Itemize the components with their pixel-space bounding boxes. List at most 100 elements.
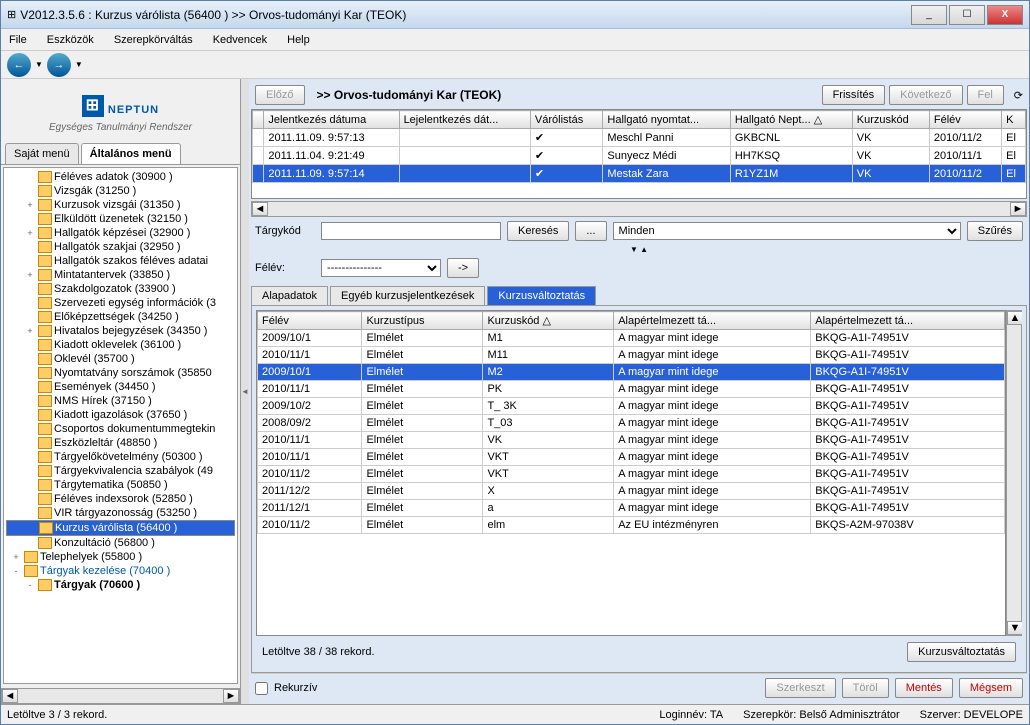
table-row[interactable]: 2009/10/1ElméletM2A magyar mint idegeBKQ… <box>258 364 1005 381</box>
tree-node[interactable]: VIR tárgyazonosság (53250 ) <box>6 506 235 520</box>
tree-node[interactable]: Szervezeti egység információk (3 <box>6 296 235 310</box>
table-row[interactable]: 2011.11.09. 9:57:14✔Mestak ZaraR1YZ1MVK2… <box>253 165 1026 183</box>
menu-item[interactable]: Szerepkörváltás <box>110 32 197 48</box>
up-button[interactable]: Fel <box>967 85 1004 105</box>
tree-node[interactable]: +Mintatantervek (33850 ) <box>6 268 235 282</box>
table-row[interactable]: 2010/11/1ElméletVKA magyar mint idegeBKQ… <box>258 432 1005 449</box>
tree-node[interactable]: Szakdolgozatok (33900 ) <box>6 282 235 296</box>
vscroll[interactable]: ▲▼ <box>1006 310 1022 636</box>
nav-back-icon[interactable]: ← <box>7 53 31 77</box>
next-button[interactable]: Következő <box>889 85 962 105</box>
rekurziv-checkbox[interactable] <box>255 682 268 695</box>
tree-node[interactable]: Oklevél (35700 ) <box>6 352 235 366</box>
column-header[interactable]: K <box>1002 111 1026 129</box>
column-header[interactable]: Jelentkezés dátuma <box>264 111 399 129</box>
tree-node[interactable]: Kurzus várólista (56400 ) <box>6 520 235 536</box>
table-row[interactable]: 2010/11/2ElméletVKTA magyar mint idegeBK… <box>258 466 1005 483</box>
column-header[interactable]: Félév <box>258 312 362 330</box>
sub-tab[interactable]: Egyéb kurzusjelentkezések <box>330 286 485 305</box>
tree-node[interactable]: Eszközleltár (48850 ) <box>6 436 235 450</box>
table-row[interactable]: 2008/09/2ElméletT_03A magyar mint idegeB… <box>258 415 1005 432</box>
close-button[interactable]: X <box>987 5 1023 25</box>
table-row[interactable]: 2011.11.04. 9:21:49✔Sunyecz MédiHH7KSQVK… <box>253 147 1026 165</box>
sub-tab[interactable]: Alapadatok <box>251 286 328 305</box>
column-header[interactable]: Alapértelmezett tá... <box>614 312 811 330</box>
menu-item[interactable]: File <box>5 32 31 48</box>
prev-button[interactable]: Előző <box>255 85 305 105</box>
felev-go-button[interactable]: -> <box>447 258 479 278</box>
tree-node[interactable]: +Hivatalos bejegyzések (34350 ) <box>6 324 235 338</box>
pin-icon[interactable]: ⟳ <box>1014 89 1023 102</box>
table-row[interactable]: 2009/10/1ElméletM1A magyar mint idegeBKQ… <box>258 330 1005 347</box>
save-button[interactable]: Mentés <box>895 678 953 698</box>
targykod-input[interactable] <box>321 222 501 240</box>
side-tab[interactable]: Saját menü <box>5 143 79 164</box>
column-header[interactable]: Kurzustípus <box>362 312 483 330</box>
column-header[interactable]: Lejelentkezés dát... <box>399 111 530 129</box>
filter-select[interactable]: Minden <box>613 222 961 240</box>
tree-node[interactable]: Tárgyekvivalencia szabályok (49 <box>6 464 235 478</box>
tree-node[interactable]: Féléves adatok (30900 ) <box>6 170 235 184</box>
column-header[interactable]: Hallgató Nept... △ <box>730 111 852 129</box>
column-header[interactable]: Félév <box>929 111 1001 129</box>
tree-node[interactable]: Események (34450 ) <box>6 380 235 394</box>
felev-select[interactable]: --------------- <box>321 259 441 277</box>
menu-item[interactable]: Kedvencek <box>209 32 271 48</box>
nav-forward-icon[interactable]: → <box>47 53 71 77</box>
refresh-button[interactable]: Frissítés <box>822 85 886 105</box>
dropdown-icon[interactable]: ▼ <box>75 60 83 69</box>
tree-node[interactable]: Féléves indexsorok (52850 ) <box>6 492 235 506</box>
column-header[interactable]: Hallgató nyomtat... <box>603 111 730 129</box>
table-row[interactable]: 2010/11/1ElméletM11A magyar mint idegeBK… <box>258 347 1005 364</box>
table-row[interactable]: 2009/10/2ElméletT_ 3KA magyar mint idege… <box>258 398 1005 415</box>
tree-node[interactable]: Vizsgák (31250 ) <box>6 184 235 198</box>
grid-hscroll[interactable]: ◄► <box>251 201 1027 217</box>
table-row[interactable]: 2011/12/2ElméletXA magyar mint idegeBKQG… <box>258 483 1005 500</box>
kurzusvalt-button[interactable]: Kurzusváltoztatás <box>907 642 1016 662</box>
tree-node[interactable]: Csoportos dokumentummegtekin <box>6 422 235 436</box>
top-grid[interactable]: Jelentkezés dátumaLejelentkezés dát...Vá… <box>251 109 1027 199</box>
collapse-icon[interactable]: ▼ ▲ <box>251 245 1027 254</box>
tree-node[interactable]: Tárgyelőkövetelmény (50300 ) <box>6 450 235 464</box>
edit-button[interactable]: Szerkeszt <box>765 678 835 698</box>
browse-button[interactable]: ... <box>575 221 606 241</box>
table-row[interactable]: 2010/11/2ElméletelmAz EU intézményrenBKQ… <box>258 517 1005 534</box>
column-header[interactable]: Kurzuskód △ <box>483 312 614 330</box>
sub-tab[interactable]: Kurzusváltoztatás <box>487 286 596 305</box>
tree-node[interactable]: Kiadott igazolások (37650 ) <box>6 408 235 422</box>
column-header[interactable] <box>253 111 264 129</box>
tree-node[interactable]: Tárgytematika (50850 ) <box>6 478 235 492</box>
column-header[interactable]: Kurzuskód <box>852 111 929 129</box>
cancel-button[interactable]: Mégsem <box>959 678 1023 698</box>
column-header[interactable]: Várólistás <box>530 111 603 129</box>
tree-node[interactable]: Elküldött üzenetek (32150 ) <box>6 212 235 226</box>
tree-node[interactable]: -Tárgyak kezelése (70400 ) <box>6 564 235 578</box>
tree-node[interactable]: Hallgatók szakos féléves adatai <box>6 254 235 268</box>
tree-node[interactable]: -Tárgyak (70600 ) <box>6 578 235 592</box>
tree-hscroll[interactable]: ◄► <box>1 688 240 704</box>
delete-button[interactable]: Töröl <box>842 678 889 698</box>
dropdown-icon[interactable]: ▼ <box>35 60 43 69</box>
splitter[interactable]: ◄ <box>241 79 249 704</box>
tree-view[interactable]: Féléves adatok (30900 )Vizsgák (31250 )+… <box>3 167 238 684</box>
table-row[interactable]: 2010/11/1ElméletVKTA magyar mint idegeBK… <box>258 449 1005 466</box>
table-row[interactable]: 2010/11/1ElméletPKA magyar mint idegeBKQ… <box>258 381 1005 398</box>
tree-node[interactable]: Kiadott oklevelek (36100 ) <box>6 338 235 352</box>
tree-node[interactable]: Hallgatók szakjai (32950 ) <box>6 240 235 254</box>
side-tab[interactable]: Általános menü <box>81 143 181 164</box>
filter-button[interactable]: Szűrés <box>967 221 1023 241</box>
tree-node[interactable]: +Hallgatók képzései (32900 ) <box>6 226 235 240</box>
tree-node[interactable]: Előképzettségek (34250 ) <box>6 310 235 324</box>
menu-item[interactable]: Eszközök <box>43 32 98 48</box>
tree-node[interactable]: +Telephelyek (55800 ) <box>6 550 235 564</box>
table-row[interactable]: 2011.11.09. 9:57:13✔Meschl PanniGKBCNLVK… <box>253 129 1026 147</box>
tree-node[interactable]: Konzultáció (56800 ) <box>6 536 235 550</box>
minimize-button[interactable]: _ <box>911 5 947 25</box>
column-header[interactable]: Alapértelmezett tá... <box>811 312 1005 330</box>
tree-node[interactable]: +Kurzusok vizsgái (31350 ) <box>6 198 235 212</box>
search-button[interactable]: Keresés <box>507 221 569 241</box>
tree-node[interactable]: NMS Hírek (37150 ) <box>6 394 235 408</box>
maximize-button[interactable]: ☐ <box>949 5 985 25</box>
tree-node[interactable]: Nyomtatvány sorszámok (35850 <box>6 366 235 380</box>
menu-item[interactable]: Help <box>283 32 314 48</box>
